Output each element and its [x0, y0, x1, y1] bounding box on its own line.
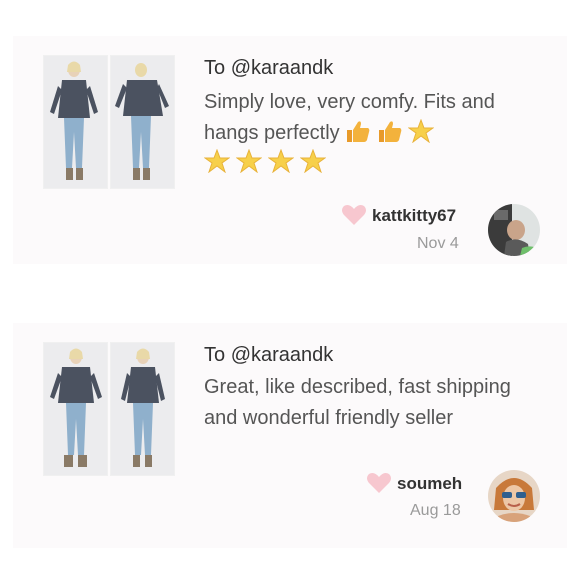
review-text-block: Simply love, very comfy. Fits and hangs … [203, 87, 534, 179]
product-photo-back[interactable] [110, 55, 175, 189]
recipient-line: To @karaandk [204, 57, 333, 80]
recipient-line: To @karaandk [204, 344, 333, 367]
review-text: Great, like described, fast shipping and… [204, 376, 511, 429]
star-icon [407, 118, 435, 143]
to-prefix: To [204, 57, 226, 79]
star-icon [299, 148, 327, 174]
star-icon [267, 148, 295, 174]
reviewer-username[interactable]: soumeh [397, 474, 462, 494]
star-icon [203, 148, 231, 174]
reviewer-username[interactable]: kattkitty67 [372, 206, 456, 226]
review-date: Nov 4 [417, 235, 459, 252]
reviewer-avatar[interactable] [488, 204, 540, 256]
emoji-row-2 [203, 148, 327, 174]
product-photo-front[interactable] [43, 55, 108, 189]
recipient-handle[interactable]: @karaandk [231, 57, 334, 79]
review-date: Aug 18 [410, 502, 461, 519]
heart-icon[interactable] [366, 472, 392, 494]
product-photo-side[interactable] [110, 342, 175, 476]
emoji-row [345, 118, 435, 144]
to-prefix: To [204, 344, 226, 366]
reviewer-avatar[interactable] [488, 470, 540, 522]
star-icon [235, 148, 263, 174]
heart-icon[interactable] [341, 204, 367, 226]
thumbs-up-icon [378, 120, 402, 142]
review-card: To @karaandk Great, like described, fast… [13, 323, 567, 548]
review-card: To @karaandk Simply love, very comfy. Fi… [13, 36, 567, 264]
recipient-handle[interactable]: @karaandk [231, 344, 334, 366]
product-photo-front[interactable] [43, 342, 108, 476]
thumbs-up-icon [347, 120, 370, 142]
